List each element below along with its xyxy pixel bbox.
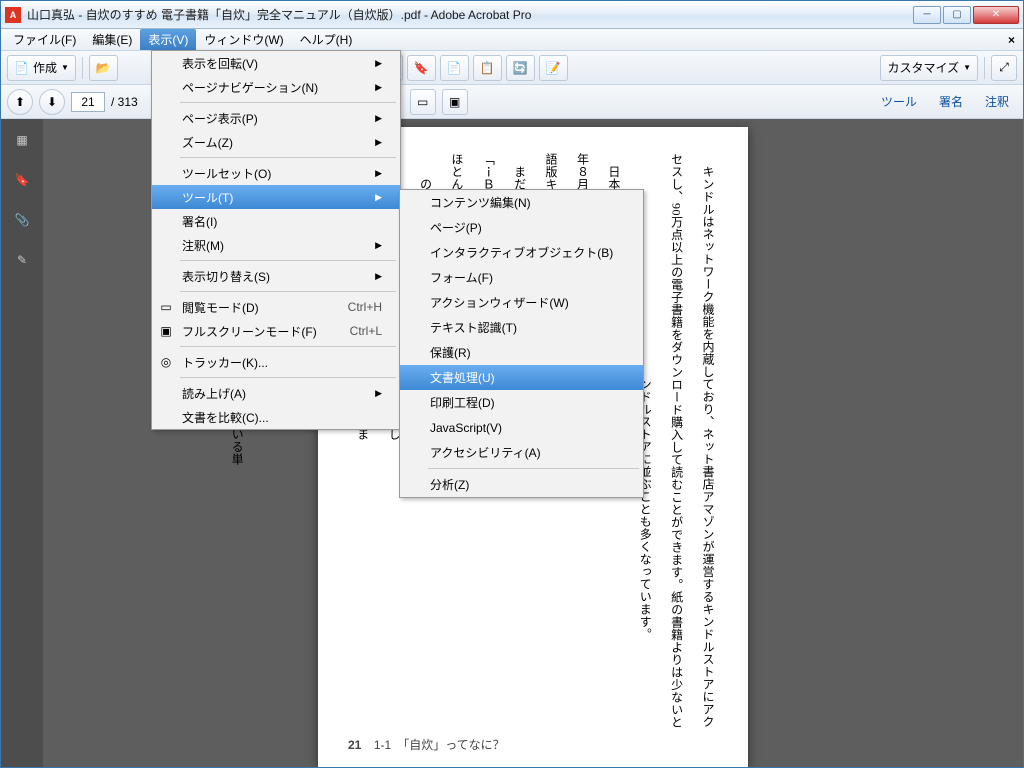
- submenu-content-edit[interactable]: コンテンツ編集(N): [400, 190, 643, 215]
- menuitem-toggle[interactable]: 表示切り替え(S)▶: [152, 264, 400, 288]
- tool-button-3[interactable]: 📄: [440, 55, 469, 81]
- menuitem-tools[interactable]: ツール(T)▶: [152, 185, 400, 209]
- document-close-button[interactable]: ×: [1004, 33, 1019, 47]
- tool-panel-button[interactable]: ツール: [873, 89, 925, 114]
- bookmarks-button[interactable]: 🔖: [9, 167, 35, 193]
- down-arrow-icon: ⬇: [47, 95, 57, 109]
- menuitem-page-nav[interactable]: ページナビゲーション(N)▶: [152, 75, 400, 99]
- reading-mode-icon: ▭: [158, 299, 174, 315]
- maximize-button[interactable]: ▢: [943, 6, 971, 24]
- tracker-icon: ◎: [158, 354, 174, 370]
- customize-button[interactable]: カスタマイズ ▼: [880, 55, 978, 81]
- attachments-button[interactable]: 📎: [9, 207, 35, 233]
- text-column: キンドルはネットワーク機能を内蔵しており、ネット書店アマゾンが運営するキンドルス…: [698, 153, 718, 713]
- submenu-accessibility[interactable]: アクセシビリティ(A): [400, 440, 643, 465]
- submenu-pages[interactable]: ページ(P): [400, 215, 643, 240]
- submenu-action-wizard[interactable]: アクションウィザード(W): [400, 290, 643, 315]
- sidebar: ▦ 🔖 📎 ✎: [1, 119, 43, 767]
- tools-submenu: コンテンツ編集(N) ページ(P) インタラクティブオブジェクト(B) フォーム…: [399, 189, 644, 498]
- submenu-doc-processing[interactable]: 文書処理(U): [400, 365, 643, 390]
- page-up-button[interactable]: ⬆: [7, 89, 33, 115]
- menuitem-reading-mode[interactable]: ▭閲覧モード(D)Ctrl+H: [152, 295, 400, 319]
- stamp-icon: 🔖: [414, 61, 429, 75]
- submenu-interactive[interactable]: インタラクティブオブジェクト(B): [400, 240, 643, 265]
- tool-button-2[interactable]: 🔖: [407, 55, 436, 81]
- open-button[interactable]: 📂: [89, 55, 118, 81]
- view-button-1[interactable]: ▭: [410, 89, 436, 115]
- menuitem-sign[interactable]: 署名(I): [152, 209, 400, 233]
- page-total-label: / 313: [111, 95, 138, 109]
- menuitem-page-display[interactable]: ページ表示(P)▶: [152, 106, 400, 130]
- menu-help[interactable]: ヘルプ(H): [292, 29, 361, 50]
- submenu-print-production[interactable]: 印刷工程(D): [400, 390, 643, 415]
- comment-panel-button[interactable]: 注釈: [977, 89, 1017, 114]
- view-menu-dropdown: 表示を回転(V)▶ ページナビゲーション(N)▶ ページ表示(P)▶ ズーム(Z…: [151, 50, 401, 430]
- page-footer-number: 21: [348, 738, 361, 752]
- spread-view-icon: ▣: [449, 95, 460, 109]
- app-icon: A: [5, 7, 21, 23]
- create-icon: 📄: [14, 61, 29, 75]
- page-footer-section: 1-1 「自炊」ってなに？: [374, 738, 505, 752]
- menuitem-rotate[interactable]: 表示を回転(V)▶: [152, 51, 400, 75]
- menubar: ファイル(F) 編集(E) 表示(V) ウィンドウ(W) ヘルプ(H) ×: [1, 29, 1023, 51]
- rotate-icon: 🔄: [513, 61, 528, 75]
- menuitem-comment[interactable]: 注釈(M)▶: [152, 233, 400, 257]
- text-column: セスし、90万点以上の電子書籍をダウンロード購入して読むことができます。紙の書籍…: [666, 153, 686, 713]
- submenu-analyze[interactable]: 分析(Z): [400, 472, 643, 497]
- menuitem-tracker[interactable]: ◎トラッカー(K)...: [152, 350, 400, 374]
- thumbnails-icon: ▦: [16, 133, 27, 147]
- page-icon: 📋: [480, 61, 495, 75]
- menuitem-toolset[interactable]: ツールセット(O)▶: [152, 161, 400, 185]
- submenu-javascript[interactable]: JavaScript(V): [400, 415, 643, 440]
- minimize-button[interactable]: ─: [913, 6, 941, 24]
- menuitem-compare[interactable]: 文書を比較(C)...: [152, 405, 400, 429]
- fullscreen-toggle-button[interactable]: ⤢: [991, 55, 1017, 81]
- submenu-text-recognition[interactable]: テキスト認識(T): [400, 315, 643, 340]
- close-button[interactable]: ✕: [973, 6, 1019, 24]
- tool-button-5[interactable]: 🔄: [506, 55, 535, 81]
- tool-button-6[interactable]: 📝: [539, 55, 568, 81]
- sign-panel-button[interactable]: 署名: [931, 89, 971, 114]
- thumbnails-button[interactable]: ▦: [9, 127, 35, 153]
- signatures-button[interactable]: ✎: [9, 247, 35, 273]
- menuitem-zoom[interactable]: ズーム(Z)▶: [152, 130, 400, 154]
- up-arrow-icon: ⬆: [15, 95, 25, 109]
- bookmark-icon: 🔖: [15, 173, 30, 187]
- edit-icon: 📝: [546, 61, 561, 75]
- menuitem-fullscreen[interactable]: ▣フルスクリーンモード(F)Ctrl+L: [152, 319, 400, 343]
- create-button[interactable]: 📄 作成 ▼: [7, 55, 76, 81]
- menu-view[interactable]: 表示(V): [140, 29, 196, 50]
- menu-window[interactable]: ウィンドウ(W): [196, 29, 291, 50]
- pen-icon: ✎: [17, 253, 27, 267]
- menu-file[interactable]: ファイル(F): [5, 29, 84, 50]
- window-title: 山口真弘 - 自炊のすすめ 電子書籍「自炊」完全マニュアル（自炊版）.pdf -…: [27, 6, 913, 23]
- page-view-icon: ▭: [417, 95, 428, 109]
- fullscreen-icon: ▣: [158, 323, 174, 339]
- view-button-2[interactable]: ▣: [442, 89, 468, 115]
- tool-button-4[interactable]: 📋: [473, 55, 502, 81]
- page-delete-icon: 📄: [447, 61, 462, 75]
- submenu-forms[interactable]: フォーム(F): [400, 265, 643, 290]
- page-number-input[interactable]: [71, 92, 105, 112]
- paperclip-icon: 📎: [15, 213, 30, 227]
- titlebar: A 山口真弘 - 自炊のすすめ 電子書籍「自炊」完全マニュアル（自炊版）.pdf…: [1, 1, 1023, 29]
- page-down-button[interactable]: ⬇: [39, 89, 65, 115]
- folder-icon: 📂: [96, 61, 111, 75]
- submenu-protect[interactable]: 保護(R): [400, 340, 643, 365]
- expand-icon: ⤢: [999, 60, 1009, 75]
- menu-edit[interactable]: 編集(E): [84, 29, 140, 50]
- menuitem-readaloud[interactable]: 読み上げ(A)▶: [152, 381, 400, 405]
